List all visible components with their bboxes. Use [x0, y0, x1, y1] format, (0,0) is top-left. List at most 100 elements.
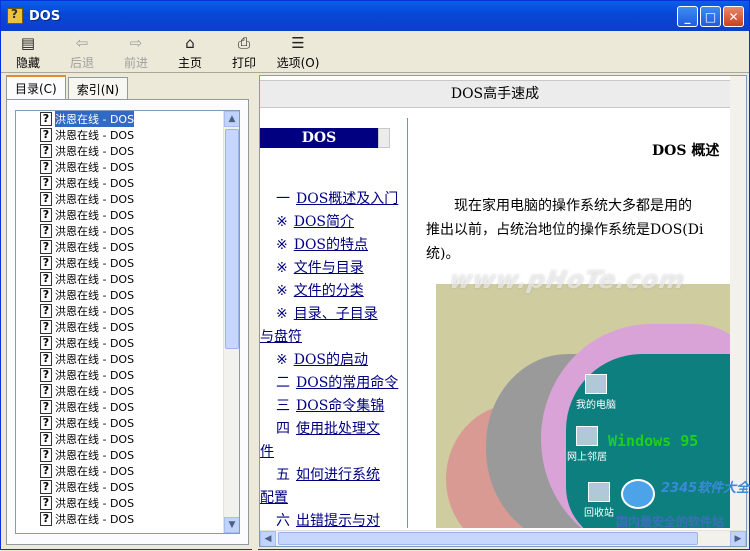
topic-link-text: 与盘符 [260, 329, 302, 345]
tree-item-label: 洪恩在线 - DOS [55, 177, 135, 190]
topic-link[interactable]: ※ 文件的分类 [260, 280, 407, 303]
topic-link[interactable]: ※ DOS的特点 [260, 234, 407, 257]
site-brand: 2345软件大全 [661, 481, 750, 496]
content-vscroll[interactable] [730, 76, 746, 530]
back-button[interactable]: ⇦ 后退 [55, 31, 109, 72]
tab-contents[interactable]: 目录(C) [6, 75, 66, 99]
help-topic-icon: ? [40, 288, 52, 302]
topic-link[interactable]: 与盘符 [260, 326, 407, 349]
topic-link[interactable]: 二 DOS的常用命令 [260, 372, 407, 395]
topic-link[interactable]: 五如何进行系统 [260, 464, 407, 487]
topic-link[interactable]: ※ 目录、子目录 [260, 303, 407, 326]
topic-link[interactable]: 一 DOS概述及入门 [260, 188, 407, 211]
topic-link-marker: ※ [276, 352, 288, 368]
tree-item-label: 洪恩在线 - DOS [55, 337, 135, 350]
topic-link-marker: ※ [276, 214, 288, 230]
title-bar[interactable]: DOS _ □ ✕ [1, 1, 749, 31]
toolbar: ▤ 隐藏 ⇦ 后退 ⇨ 前进 ⌂ 主页 ⎙ 打印 ☰ 选项(O) [1, 31, 749, 73]
topic-link-marker: 四 [276, 421, 290, 437]
tree-item[interactable]: ? 洪恩在线 - DOS [16, 319, 226, 335]
tree-item[interactable]: ? 洪恩在线 - DOS [16, 191, 226, 207]
nav-title-tail [378, 128, 390, 148]
tree-item[interactable]: ? 洪恩在线 - DOS [16, 223, 226, 239]
windows95-banner: Windows 95 [608, 432, 699, 450]
home-button[interactable]: ⌂ 主页 [163, 31, 217, 72]
scroll-left-arrow-icon[interactable]: ◀ [260, 531, 276, 546]
help-topic-icon: ? [40, 432, 52, 446]
topic-link[interactable]: ※ DOS简介 [260, 211, 407, 234]
topic-link[interactable]: ※ 文件与目录 [260, 257, 407, 280]
tree-item[interactable]: ? 洪恩在线 - DOS [16, 143, 226, 159]
para-line-3: 统)。 [426, 246, 460, 262]
tree-item[interactable]: ? 洪恩在线 - DOS [16, 463, 226, 479]
contents-tree[interactable]: ? 洪恩在线 - DOS? 洪恩在线 - DOS? 洪恩在线 - DOS? 洪恩在线 -… [15, 110, 240, 534]
topic-link-marker: 五 [276, 467, 290, 483]
tree-item-label: 洪恩在线 - DOS [55, 401, 135, 414]
tree-scroll-thumb[interactable] [225, 129, 239, 349]
hscroll-thumb[interactable] [278, 532, 698, 545]
topic-link[interactable]: 六出错提示与对 [260, 510, 407, 528]
tree-item[interactable]: ? 洪恩在线 - DOS [16, 415, 226, 431]
tree-item[interactable]: ? 洪恩在线 - DOS [16, 399, 226, 415]
forward-label: 前进 [123, 56, 148, 70]
tree-item[interactable]: ? 洪恩在线 - DOS [16, 479, 226, 495]
tree-item[interactable]: ? 洪恩在线 - DOS [16, 367, 226, 383]
print-button[interactable]: ⎙ 打印 [217, 31, 271, 72]
tree-item[interactable]: ? 洪恩在线 - DOS [16, 255, 226, 271]
content-title: DOS 概述 [652, 143, 720, 159]
tree-item[interactable]: ? 洪恩在线 - DOS [16, 239, 226, 255]
topic-link[interactable]: 配置 [260, 487, 407, 510]
tree-item[interactable]: ? 洪恩在线 - DOS [16, 175, 226, 191]
tree-item-label: 洪恩在线 - DOS [55, 369, 135, 382]
content-hscroll[interactable]: ◀ ▶ [260, 530, 746, 546]
print-icon: ⎙ [237, 34, 250, 52]
tree-item[interactable]: ? 洪恩在线 - DOS [16, 495, 226, 511]
topic-link[interactable]: 三 DOS命令集锦 [260, 395, 407, 418]
tree-item[interactable]: ? 洪恩在线 - DOS [16, 383, 226, 399]
tree-item[interactable]: ? 洪恩在线 - DOS [16, 127, 226, 143]
tab-index[interactable]: 索引(N) [67, 77, 129, 99]
scroll-right-arrow-icon[interactable]: ▶ [730, 531, 746, 546]
topic-link-marker: ※ [276, 237, 288, 253]
topic-link[interactable]: 四使用批处理文 [260, 418, 407, 441]
help-topic-icon: ? [40, 224, 52, 238]
tree-item-label: 洪恩在线 - DOS [55, 257, 135, 270]
tree-item[interactable]: ? 洪恩在线 - DOS [16, 431, 226, 447]
topic-links: 一 DOS概述及入门 ※ DOS简介 ※ DOS的特点 ※ 文件与目录 ※ 文件的分类 ※ 目录、子目… [260, 188, 407, 528]
tree-list: ? 洪恩在线 - DOS? 洪恩在线 - DOS? 洪恩在线 - DOS? 洪恩在线 -… [16, 111, 226, 527]
home-label: 主页 [177, 56, 202, 70]
scroll-up-arrow-icon[interactable]: ▲ [224, 111, 239, 127]
topic-link-text: 如何进行系统 [296, 467, 380, 483]
tree-scrollbar[interactable]: ▲ ▼ [223, 111, 239, 533]
tree-item[interactable]: ? 洪恩在线 - DOS [16, 303, 226, 319]
tree-item[interactable]: ? 洪恩在线 - DOS [16, 159, 226, 175]
tree-item-label: 洪恩在线 - DOS [55, 465, 135, 478]
topic-link[interactable]: 件 [260, 441, 407, 464]
tree-item[interactable]: ? 洪恩在线 - DOS [16, 111, 226, 127]
pane-splitter[interactable] [252, 73, 258, 551]
tree-item[interactable]: ? 洪恩在线 - DOS [16, 335, 226, 351]
topic-link-text: 文件的分类 [293, 283, 364, 299]
close-button[interactable]: ✕ [723, 6, 744, 27]
topic-link[interactable]: ※ DOS的启动 [260, 349, 407, 372]
tree-item[interactable]: ? 洪恩在线 - DOS [16, 511, 226, 527]
tree-item[interactable]: ? 洪恩在线 - DOS [16, 351, 226, 367]
tree-item-label: 洪恩在线 - DOS [55, 225, 135, 238]
hide-button[interactable]: ▤ 隐藏 [1, 31, 55, 72]
print-label: 打印 [231, 56, 256, 70]
topic-link-marker: ※ [276, 283, 288, 299]
tree-item[interactable]: ? 洪恩在线 - DOS [16, 447, 226, 463]
options-button[interactable]: ☰ 选项(O) [271, 31, 325, 72]
my-computer-icon: 我的电脑 [561, 374, 631, 411]
tree-item[interactable]: ? 洪恩在线 - DOS [16, 207, 226, 223]
help-topic-icon: ? [40, 160, 52, 174]
tree-item[interactable]: ? 洪恩在线 - DOS [16, 287, 226, 303]
scroll-down-arrow-icon[interactable]: ▼ [224, 517, 239, 533]
help-topic-icon: ? [40, 256, 52, 270]
maximize-button[interactable]: □ [700, 6, 721, 27]
tree-item[interactable]: ? 洪恩在线 - DOS [16, 271, 226, 287]
content-paragraph: 现在家用电脑的操作系统大多都是用的 推出以前，占统治地位的操作系统是DOS(Di… [426, 194, 740, 266]
forward-button[interactable]: ⇨ 前进 [109, 31, 163, 72]
topic-link-marker: ※ [276, 260, 288, 276]
minimize-button[interactable]: _ [677, 6, 698, 27]
